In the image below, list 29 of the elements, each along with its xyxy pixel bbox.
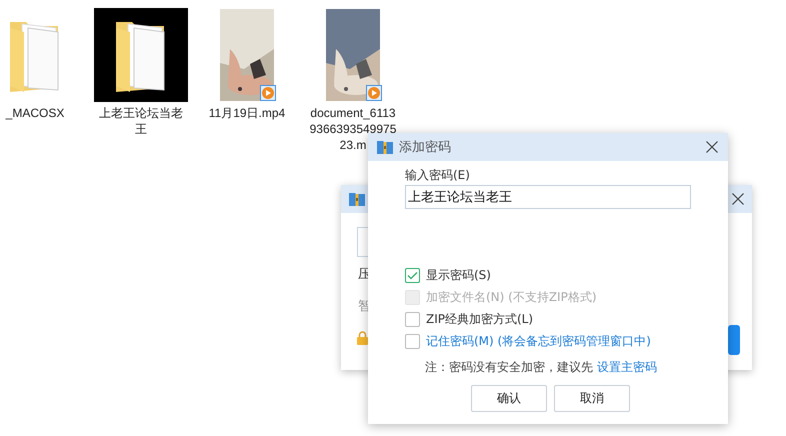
file-name-line: 23.m (340, 137, 366, 153)
play-icon (366, 85, 382, 101)
archive-icon (349, 192, 365, 206)
password-label: 输入密码(E) (405, 167, 471, 183)
option-label: 显示密码(S) (426, 266, 491, 284)
archive-icon (377, 140, 393, 154)
dialog-button[interactable]: 确认 (471, 385, 547, 412)
play-icon (260, 85, 276, 101)
option-label: 加密文件名(N) (不支持ZIP格式) (426, 288, 597, 306)
lock-icon (357, 331, 368, 345)
close-icon[interactable] (732, 193, 744, 205)
note-text: 注：密码没有安全加密，建议先 设置主密码 (425, 359, 658, 376)
password-field[interactable]: 上老王论坛当老王 (405, 185, 691, 209)
close-icon[interactable] (706, 141, 718, 153)
set-master-password-link[interactable]: 设置主密码 (596, 360, 657, 374)
dialog-button[interactable]: 取消 (554, 385, 630, 412)
checkbox[interactable] (405, 312, 420, 326)
action-button[interactable] (728, 325, 740, 355)
file-name-line: document_6113 (310, 105, 396, 121)
checkbox[interactable] (405, 268, 420, 282)
window-title: 添加密码 (399, 139, 452, 156)
option-label: ZIP经典加密方式(L) (426, 310, 534, 328)
checkbox[interactable] (405, 334, 420, 348)
file-name: 上老王论坛当老王 (98, 105, 184, 137)
file-name: 11月19日.mp4 (208, 105, 286, 121)
folder-tile[interactable] (94, 8, 188, 102)
file-name: _MACOSX (6, 105, 64, 121)
option-label: 记住密码(M) (将会备忘到密码管理窗口中) (426, 332, 651, 350)
file-name-line: 9366393549975 (310, 121, 396, 137)
